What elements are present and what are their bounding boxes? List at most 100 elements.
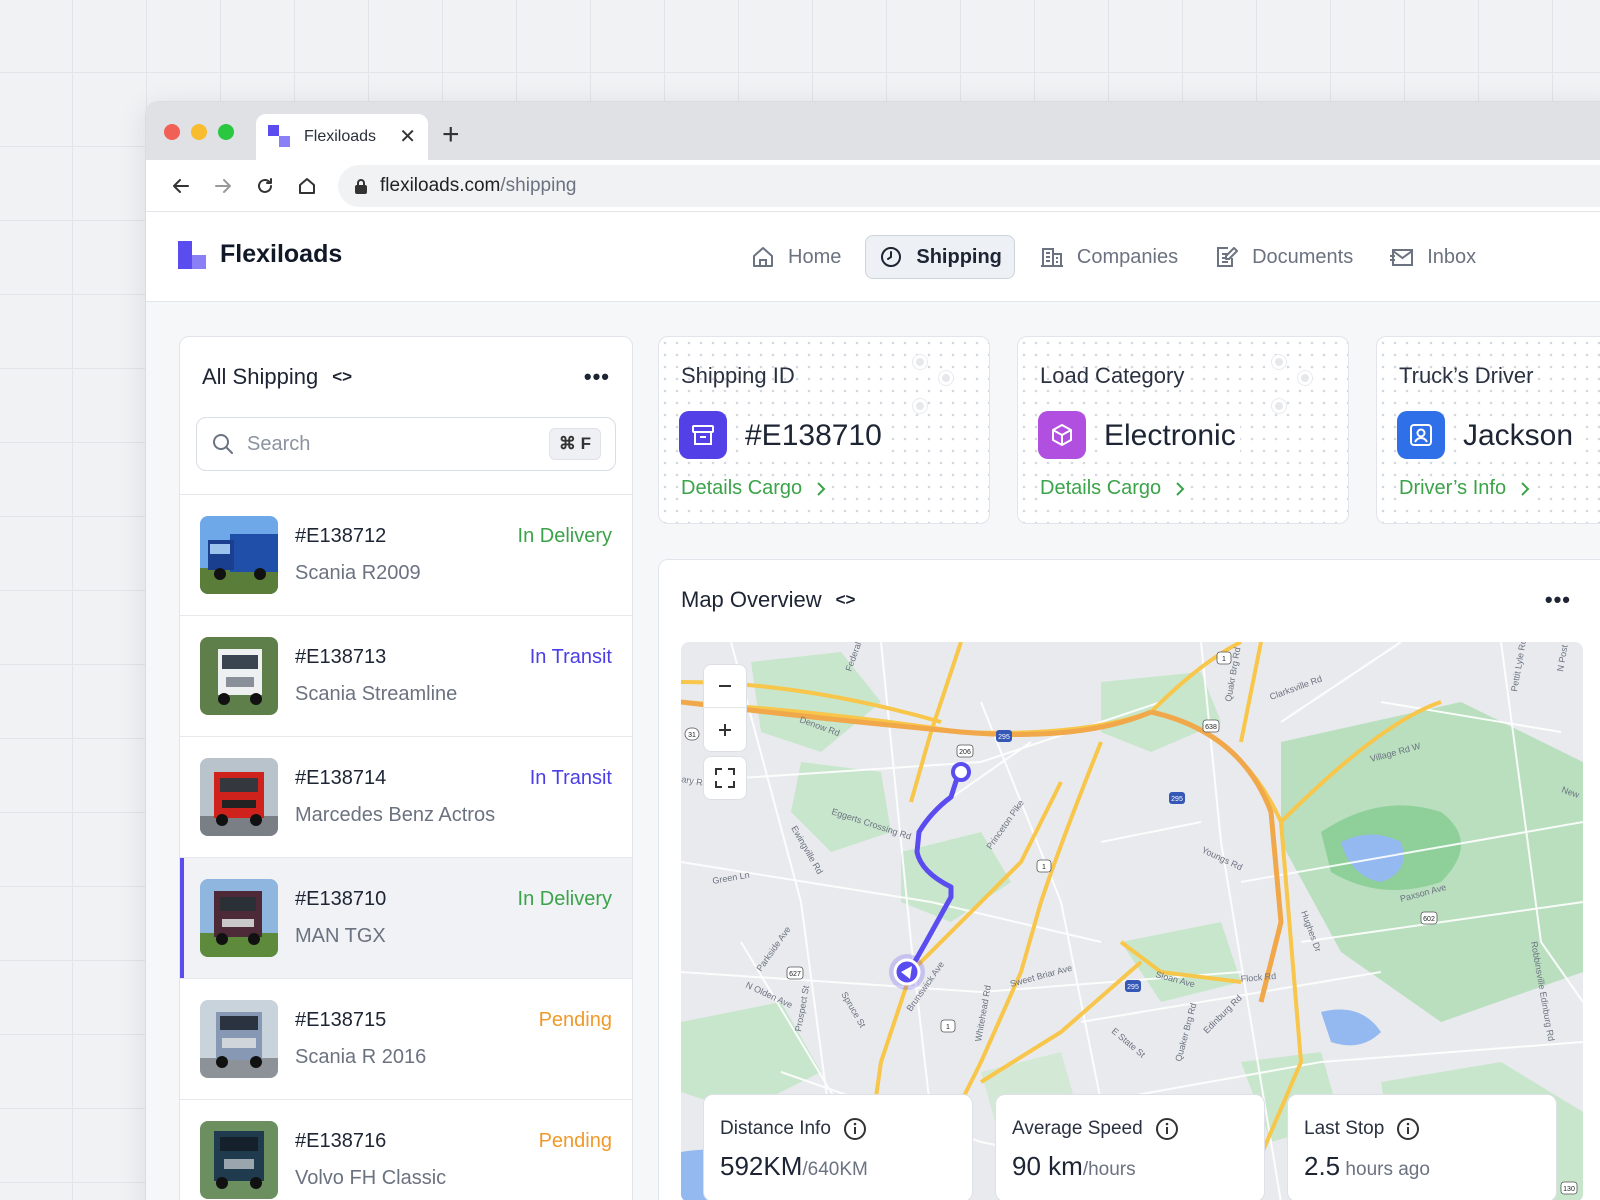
truck-thumbnail	[200, 516, 278, 594]
stat-label: Average Speed	[1012, 1118, 1143, 1139]
more-options-icon[interactable]: •••	[584, 364, 610, 390]
map-view[interactable]: Denow Rd Federal Eggerts Crossing Rd Ewi…	[681, 642, 1583, 1200]
nav-inbox[interactable]: Inbox	[1377, 235, 1488, 279]
shipping-item[interactable]: #E138715 Scania R 2016 Pending	[180, 979, 632, 1100]
code-icon[interactable]: <>	[836, 590, 856, 610]
shipping-id-card: Shipping ID #E138710 Details Cargo	[658, 336, 990, 524]
map-label: Spruce St	[839, 990, 868, 1030]
truck-name: Scania R2009	[295, 562, 421, 584]
new-tab-button[interactable]: +	[442, 120, 460, 150]
map-label: Clarksville Rd	[1268, 674, 1323, 702]
info-icon[interactable]	[1396, 1117, 1420, 1141]
truck-name: Scania R 2016	[295, 1046, 427, 1068]
forward-button[interactable]	[202, 165, 244, 207]
truck-name: Volvo FH Classic	[295, 1167, 447, 1189]
code-icon[interactable]: <>	[332, 367, 352, 387]
status-badge: In Delivery	[517, 888, 612, 910]
zoom-controls	[703, 664, 747, 752]
building-icon	[1040, 248, 1063, 267]
truck-name: MAN TGX	[295, 925, 386, 947]
card-label: Load Category	[1040, 363, 1185, 388]
nav-home[interactable]: Home	[738, 235, 853, 279]
route-shield: 206	[959, 749, 971, 756]
shipping-list-panel: All Shipping <> ••• Search ⌘ F #E138712 …	[179, 336, 633, 1200]
brand-logo[interactable]: Flexiloads	[178, 240, 342, 269]
archive-box-icon	[679, 411, 727, 459]
back-button[interactable]	[160, 165, 202, 207]
tab-bar: Flexiloads ✕ +	[146, 102, 1600, 160]
stat-unit: /640KM	[802, 1159, 868, 1180]
nav-companies[interactable]: Companies	[1027, 235, 1190, 279]
close-window-button[interactable]	[164, 124, 180, 140]
status-badge: In Transit	[529, 767, 612, 789]
map-label: Princeton Pike	[984, 798, 1025, 851]
truck-thumbnail	[200, 1121, 278, 1199]
distance-info-stat: Distance Info 592KM/640KM	[703, 1094, 973, 1200]
stat-value: 2.5	[1304, 1151, 1341, 1181]
search-shortcut: ⌘ F	[548, 428, 601, 460]
zoom-in-button[interactable]	[703, 708, 747, 751]
route-shield: 602	[1423, 916, 1435, 923]
more-options-icon[interactable]: •••	[1545, 587, 1571, 613]
details-cargo-link[interactable]: Details Cargo	[1040, 477, 1190, 500]
fullscreen-button[interactable]	[703, 756, 747, 800]
shipping-item[interactable]: #E138712 Scania R2009 In Delivery	[180, 495, 632, 616]
zoom-out-button[interactable]	[703, 665, 747, 709]
maximize-window-button[interactable]	[218, 124, 234, 140]
app-header: Flexiloads Home Shipping Companies Docum…	[146, 212, 1600, 302]
map-label: Green Ln	[712, 870, 751, 886]
url-domain: flexiloads.com	[380, 174, 501, 196]
status-badge: In Delivery	[517, 525, 612, 547]
chevron-right-icon	[1176, 481, 1185, 496]
shipping-item-selected[interactable]: #E138710 MAN TGX In Delivery	[180, 858, 632, 979]
card-value: #E138710	[741, 419, 886, 453]
stat-label: Distance Info	[720, 1118, 831, 1139]
nav-shipping[interactable]: Shipping	[865, 235, 1015, 279]
route-shield: 31	[688, 732, 696, 739]
card-label: Truck’s Driver	[1399, 363, 1534, 388]
truck-thumbnail	[200, 1000, 278, 1078]
reload-button[interactable]	[244, 165, 286, 207]
shipping-item[interactable]: #E138713 Scania Streamline In Transit	[180, 616, 632, 737]
browser-tab[interactable]: Flexiloads ✕	[256, 114, 428, 160]
truck-thumbnail	[200, 637, 278, 715]
route-shield: 1	[1222, 656, 1226, 663]
shipping-item[interactable]: #E138714 Marcedes Benz Actros In Transit	[180, 737, 632, 858]
map-label: Flock Rd	[1240, 971, 1276, 984]
destination-marker[interactable]	[951, 762, 971, 782]
info-icon[interactable]	[843, 1117, 867, 1141]
route-shield: 627	[789, 971, 801, 978]
close-tab-icon[interactable]: ✕	[399, 127, 416, 147]
nav-documents[interactable]: Documents	[1202, 235, 1365, 279]
shipping-item[interactable]: #E138716 Volvo FH Classic Pending	[180, 1100, 632, 1200]
browser-window: Flexiloads ✕ + flexiloads.com/shipping F…	[145, 101, 1600, 1200]
status-badge: In Transit	[529, 646, 612, 668]
truck-driver-card: Truck’s Driver Jackson Driver’s Info	[1376, 336, 1600, 524]
chevron-right-icon	[1521, 481, 1530, 496]
search-input[interactable]: Search ⌘ F	[196, 417, 616, 471]
search-icon	[213, 434, 233, 454]
map-label: E State St	[1110, 1026, 1148, 1060]
panel-title: All Shipping	[202, 364, 319, 389]
nav-shipping-label: Shipping	[916, 245, 1002, 268]
details-cargo-link[interactable]: Details Cargo	[681, 477, 831, 500]
nav-inbox-label: Inbox	[1427, 245, 1477, 268]
url-field[interactable]: flexiloads.com/shipping	[338, 164, 1600, 207]
route-shield: 295	[1171, 796, 1183, 803]
home-button[interactable]	[286, 165, 328, 207]
minimize-window-button[interactable]	[191, 124, 207, 140]
info-icon[interactable]	[1155, 1117, 1179, 1141]
chevron-right-icon	[817, 481, 826, 496]
favicon-icon	[268, 125, 292, 149]
route-shield: 638	[1205, 724, 1217, 731]
route-shield: 130	[1563, 1186, 1575, 1193]
link-label: Details Cargo	[681, 477, 803, 499]
route-shield: 295	[1127, 984, 1139, 991]
map-label: Whitehead Rd	[973, 984, 993, 1042]
average-speed-stat: Average Speed 90 km/hours	[995, 1094, 1265, 1200]
main-nav: Home Shipping Companies Documents Inbox	[738, 235, 1500, 279]
brand-name: Flexiloads	[220, 240, 343, 268]
stat-label: Last Stop	[1304, 1118, 1385, 1139]
link-label: Driver’s Info	[1399, 477, 1507, 499]
drivers-info-link[interactable]: Driver’s Info	[1399, 477, 1535, 500]
